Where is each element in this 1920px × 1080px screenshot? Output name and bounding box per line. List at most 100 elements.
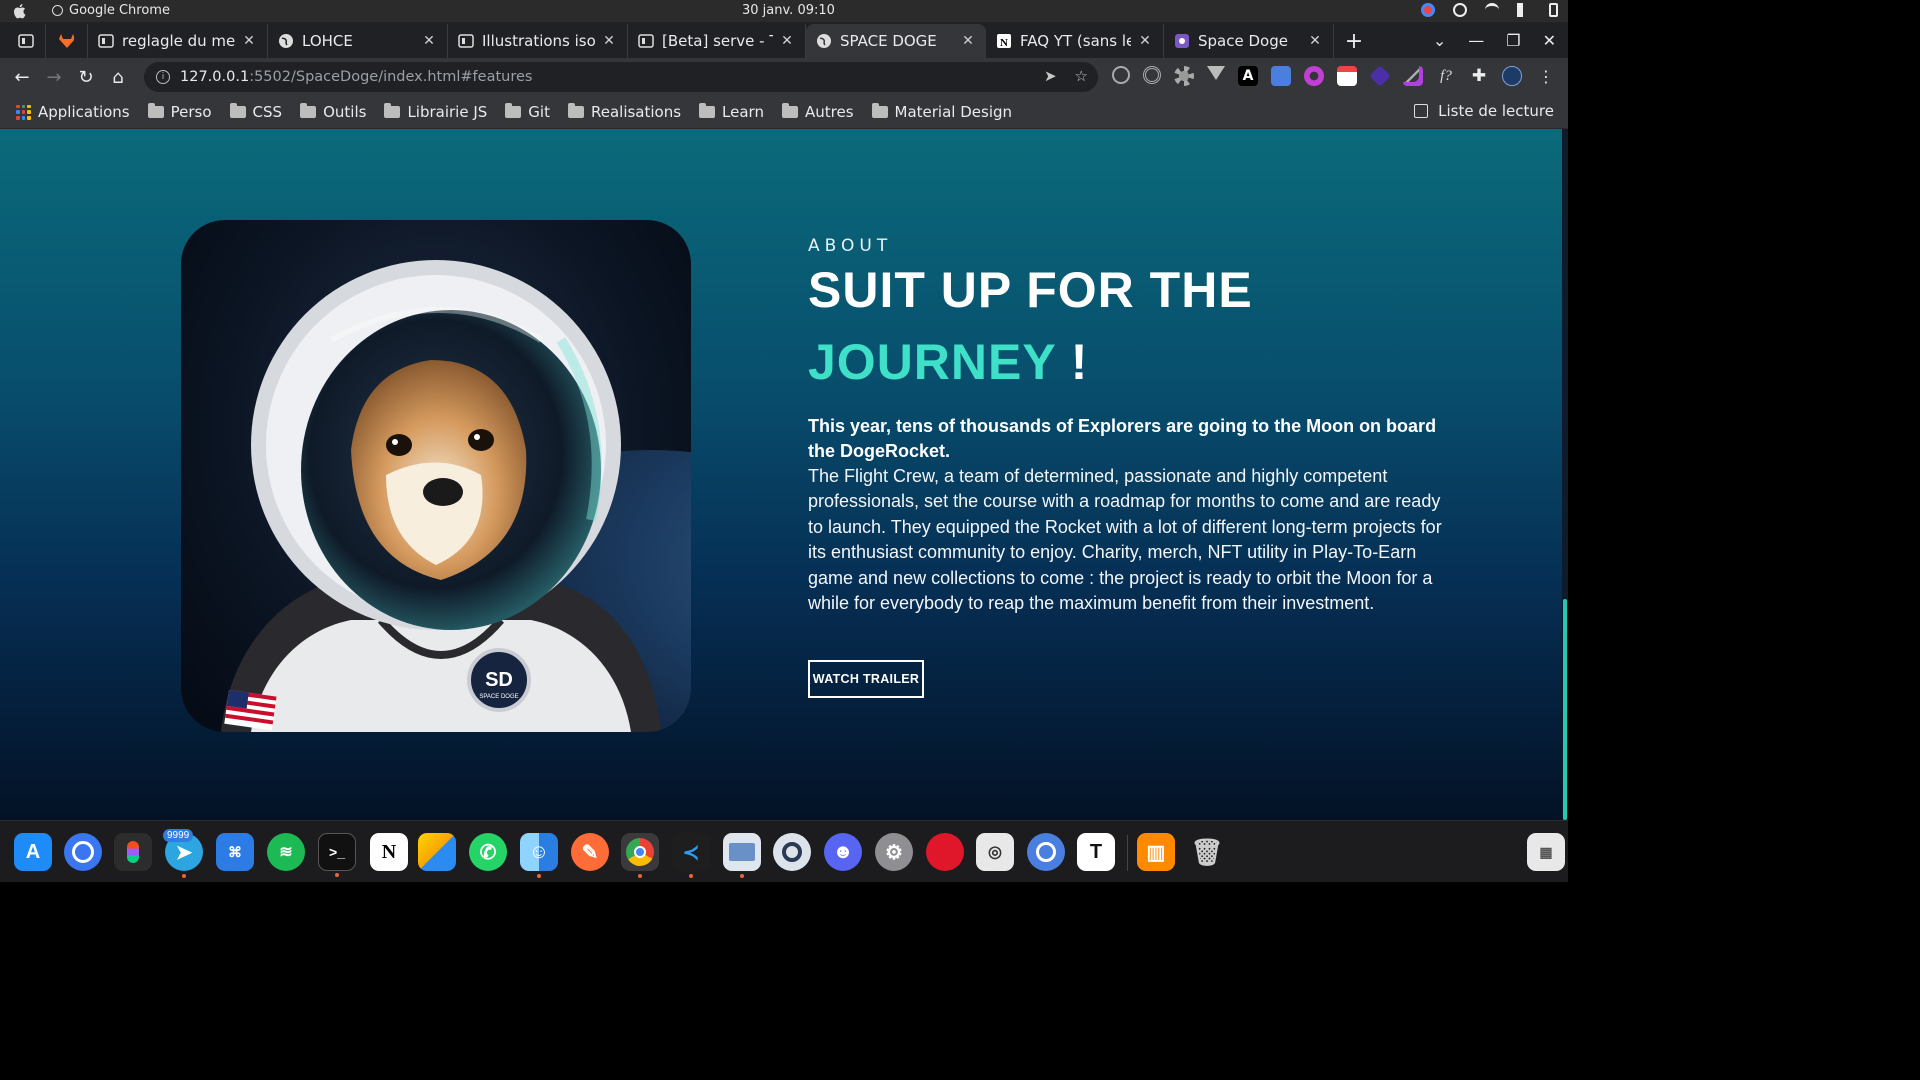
- globe-icon: [278, 33, 294, 49]
- bookmark-folder-git[interactable]: Git: [505, 103, 550, 121]
- battery-icon[interactable]: [1549, 3, 1558, 17]
- close-tab-icon[interactable]: ✕: [960, 33, 976, 49]
- bookmark-label: Perso: [170, 103, 212, 121]
- signal-icon[interactable]: [64, 833, 102, 871]
- spotify-icon[interactable]: ≋: [267, 833, 305, 871]
- close-tab-icon[interactable]: ✕: [1137, 33, 1153, 49]
- figma-icon[interactable]: [114, 833, 152, 871]
- bookmark-folder-css[interactable]: CSS: [229, 103, 282, 121]
- url-host: 127.0.0.1: [180, 69, 250, 85]
- bookmark-folder-outils[interactable]: Outils: [300, 103, 366, 121]
- app-store-icon[interactable]: A: [14, 833, 52, 871]
- home-button[interactable]: ⌂: [102, 61, 134, 93]
- launchpad-icon[interactable]: ▦: [1527, 833, 1565, 871]
- typora-icon[interactable]: T: [1077, 833, 1115, 871]
- tab-pinned-gitlab[interactable]: [46, 24, 88, 58]
- tab-faq-yt[interactable]: N FAQ YT (sans les ✕: [986, 24, 1164, 58]
- layers-extension-icon[interactable]: [1369, 65, 1391, 87]
- sketch-icon[interactable]: [418, 833, 456, 871]
- send-tab-icon[interactable]: ➤: [1044, 67, 1057, 85]
- trash-icon[interactable]: 🗑: [1188, 833, 1226, 871]
- chrome-remote-icon[interactable]: [1421, 3, 1435, 17]
- new-tab-button[interactable]: +: [1334, 24, 1374, 58]
- address-bar[interactable]: i 127.0.0.1:5502/SpaceDoge/index.html#fe…: [144, 62, 1098, 92]
- page-about-section: SD SPACE DOGE ABOUT SUIT UP FOR THE JOUR…: [0, 129, 1562, 820]
- reload-button[interactable]: ↻: [70, 61, 102, 93]
- notion-icon[interactable]: N: [370, 833, 408, 871]
- angular-icon[interactable]: A: [1238, 66, 1258, 86]
- tab-lohce[interactable]: LOHCE ✕: [268, 24, 448, 58]
- bookmark-folder-autres[interactable]: Autres: [781, 103, 854, 121]
- heading-accent-word: JOURNEY: [808, 334, 1056, 390]
- target-extension-icon[interactable]: [1143, 66, 1161, 84]
- patch-badge-subtext: SPACE DOGE: [479, 694, 518, 700]
- chrome-icon[interactable]: [621, 833, 659, 878]
- quicktime-icon[interactable]: [773, 833, 811, 871]
- active-app-name: Google Chrome: [52, 3, 170, 18]
- preview-icon[interactable]: [723, 833, 761, 878]
- screenshot-icon[interactable]: ◎: [976, 833, 1014, 871]
- close-tab-icon[interactable]: ✕: [1307, 33, 1323, 49]
- folder-icon: [300, 103, 317, 118]
- tab-space-doge-figma[interactable]: Space Doge ✕: [1164, 24, 1334, 58]
- tab-space-doge-active[interactable]: SPACE DOGE ✕: [806, 24, 986, 58]
- settings-icon[interactable]: ⚙: [875, 833, 913, 871]
- reading-list-button[interactable]: Liste de lecture: [1414, 102, 1554, 120]
- chromium-icon[interactable]: [1027, 833, 1065, 871]
- running-indicator: [740, 874, 744, 878]
- accessibility-icon[interactable]: [1453, 3, 1467, 17]
- books-icon[interactable]: ▥: [1137, 833, 1175, 871]
- restore-icon[interactable]: ❐: [1506, 31, 1520, 50]
- bookmark-folder-realisations[interactable]: Realisations: [567, 103, 681, 121]
- vue-devtools-icon[interactable]: [1207, 66, 1225, 80]
- forward-button[interactable]: →: [38, 61, 70, 93]
- bookmark-applications[interactable]: Applications: [16, 103, 130, 121]
- tab-search-icon[interactable]: ⌄: [1433, 31, 1446, 50]
- system-monitor-icon[interactable]: ⌘: [216, 833, 254, 871]
- terminal-icon[interactable]: >_: [318, 833, 356, 877]
- react-devtools-icon[interactable]: [1112, 66, 1130, 84]
- translate-icon[interactable]: [1271, 66, 1291, 86]
- page-scrollbar[interactable]: [1562, 129, 1568, 820]
- hexagon-extension-icon[interactable]: [1304, 66, 1324, 86]
- vscode-icon[interactable]: ≺: [672, 833, 710, 878]
- watch-trailer-button[interactable]: WATCH TRAILER: [808, 660, 924, 698]
- bookmark-folder-material-design[interactable]: Material Design: [871, 103, 1012, 121]
- discord-icon[interactable]: ☻: [824, 833, 862, 871]
- whatsapp-icon[interactable]: ✆: [469, 833, 507, 871]
- gear-extension-icon[interactable]: [1174, 66, 1194, 86]
- clock[interactable]: 30 janv. 09:10: [742, 3, 835, 18]
- close-tab-icon[interactable]: ✕: [241, 33, 257, 49]
- font-extension-icon[interactable]: f?: [1436, 66, 1456, 86]
- tab-beta-serve[interactable]: [Beta] serve - Tâ ✕: [628, 24, 806, 58]
- bookmark-folder-librairie-js[interactable]: Librairie JS: [384, 103, 487, 121]
- finder-icon[interactable]: ☺: [520, 833, 558, 878]
- bookmark-folder-perso[interactable]: Perso: [147, 103, 212, 121]
- back-button[interactable]: ←: [6, 61, 38, 93]
- minimize-icon[interactable]: —: [1468, 31, 1484, 50]
- close-window-icon[interactable]: ✕: [1543, 31, 1556, 50]
- close-tab-icon[interactable]: ✕: [779, 33, 795, 49]
- color-picker-icon[interactable]: [1403, 66, 1423, 86]
- astronaut-doge-image: SD SPACE DOGE: [181, 220, 691, 732]
- telegram-icon[interactable]: ➤ 9999: [163, 829, 203, 878]
- wifi-icon[interactable]: [1485, 3, 1499, 17]
- tab-reglagle[interactable]: reglagle du menu ✕: [88, 24, 268, 58]
- bookmark-label: Outils: [323, 103, 367, 121]
- chrome-menu-icon[interactable]: ⋮: [1538, 67, 1554, 86]
- tab-pinned-bookmark[interactable]: [0, 24, 46, 58]
- apple-logo-icon[interactable]: [12, 3, 26, 19]
- volume-icon[interactable]: [1517, 3, 1531, 17]
- close-tab-icon[interactable]: ✕: [601, 33, 617, 49]
- extensions-puzzle-icon[interactable]: ✚: [1469, 66, 1489, 86]
- record-icon[interactable]: [926, 833, 964, 871]
- site-info-icon[interactable]: i: [156, 70, 170, 84]
- postman-icon[interactable]: ✎: [571, 833, 609, 871]
- calendar-extension-icon[interactable]: [1337, 66, 1357, 86]
- close-tab-icon[interactable]: ✕: [421, 33, 437, 49]
- bookmark-star-icon[interactable]: ☆: [1075, 67, 1088, 85]
- profile-avatar[interactable]: [1502, 66, 1522, 86]
- tab-illustrations[interactable]: Illustrations isom ✕: [448, 24, 628, 58]
- scrollbar-thumb[interactable]: [1563, 599, 1567, 820]
- bookmark-folder-learn[interactable]: Learn: [699, 103, 764, 121]
